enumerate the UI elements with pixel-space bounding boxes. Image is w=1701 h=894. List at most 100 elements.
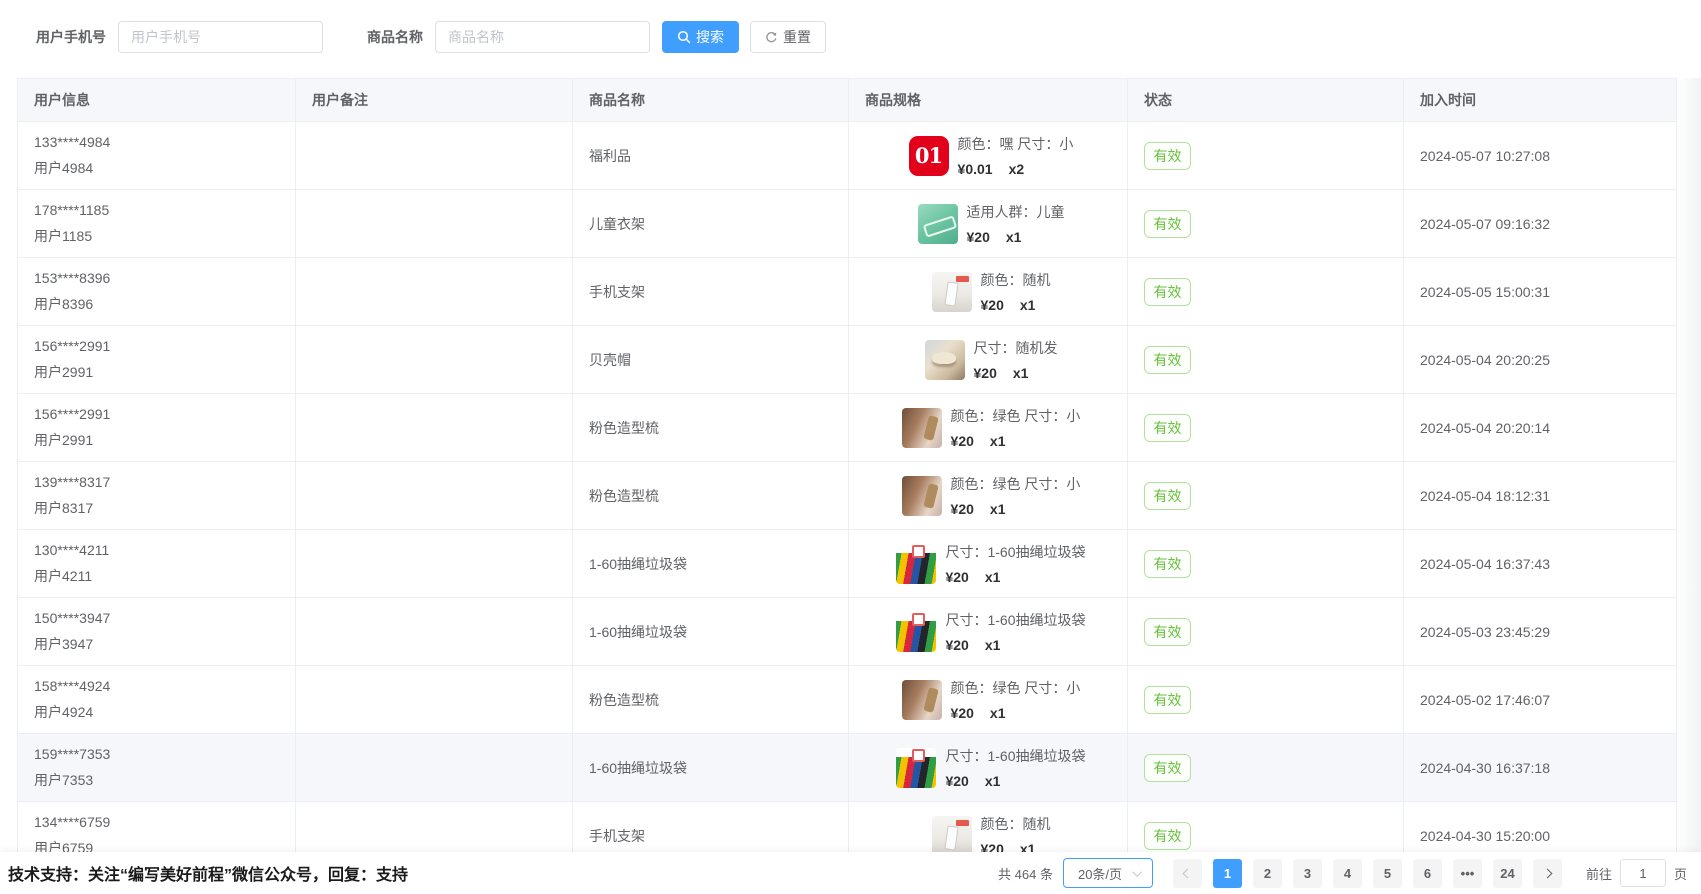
price: ¥0.01 (958, 161, 993, 177)
product-thumbnail (896, 544, 936, 584)
product-name-cell: 福利品 (573, 122, 849, 190)
user-info-cell: 158****4924用户4924 (18, 666, 296, 734)
reset-button[interactable]: 重置 (750, 21, 826, 53)
user-nickname: 用户4211 (34, 566, 285, 586)
quantity: x1 (985, 637, 1001, 653)
product-spec-cell: 尺寸：1-60抽绳垃圾袋¥20x1 (849, 598, 1128, 666)
page-size-select[interactable]: 20条/页 (1063, 858, 1153, 888)
status-badge: 有效 (1144, 618, 1191, 646)
total-count: 共 464 条 (998, 864, 1053, 883)
user-phone: 150****3947 (34, 610, 285, 626)
column-header: 用户备注 (296, 78, 573, 122)
chevron-right-icon (1543, 868, 1553, 878)
status-badge: 有效 (1144, 686, 1191, 714)
search-button[interactable]: 搜索 (662, 21, 739, 53)
reset-button-label: 重置 (783, 27, 811, 47)
product-thumbnail (902, 408, 942, 448)
spec-text: 颜色：绿色 尺寸：小 (951, 474, 1081, 494)
table-right-shadow (1677, 78, 1701, 852)
spec-text: 适用人群：儿童 (967, 202, 1065, 222)
user-nickname: 用户8317 (34, 498, 285, 518)
join-time-cell: 2024-05-04 16:37:43 (1404, 530, 1677, 598)
user-remark-cell (296, 530, 573, 598)
product-spec-cell: 尺寸：1-60抽绳垃圾袋¥20x1 (849, 734, 1128, 802)
column-header: 加入时间 (1404, 78, 1677, 122)
user-remark-cell (296, 326, 573, 394)
quantity: x1 (985, 569, 1001, 585)
price: ¥20 (951, 433, 974, 449)
user-phone: 153****8396 (34, 270, 285, 286)
status-cell: 有效 (1128, 394, 1404, 462)
goto-page: 前往 页 (1586, 859, 1687, 887)
user-phone: 159****7353 (34, 746, 285, 762)
product-name-cell: 粉色造型梳 (573, 666, 849, 734)
product-thumbnail (925, 340, 965, 380)
price: ¥20 (945, 569, 968, 585)
goto-page-input[interactable] (1620, 859, 1666, 887)
user-phone: 133****4984 (34, 134, 285, 150)
table-row: 130****4211用户42111-60抽绳垃圾袋尺寸：1-60抽绳垃圾袋¥2… (18, 530, 1677, 598)
product-name-cell: 1-60抽绳垃圾袋 (573, 598, 849, 666)
quantity: x1 (985, 773, 1001, 789)
price: ¥20 (945, 637, 968, 653)
pagination-next-button[interactable] (1533, 859, 1562, 888)
pagination-more-button[interactable]: ••• (1453, 859, 1482, 888)
join-time-cell: 2024-05-07 10:27:08 (1404, 122, 1677, 190)
footer-bar: 技术支持：关注“编写美好前程”微信公众号，回复：支持 共 464 条 20条/页… (0, 852, 1701, 894)
user-info-cell: 156****2991用户2991 (18, 326, 296, 394)
quantity: x1 (990, 433, 1006, 449)
product-name-input[interactable] (435, 21, 650, 53)
join-time-cell: 2024-05-02 17:46:07 (1404, 666, 1677, 734)
user-phone: 134****6759 (34, 814, 285, 830)
quantity: x1 (990, 705, 1006, 721)
product-spec-cell: 尺寸：1-60抽绳垃圾袋¥20x1 (849, 530, 1128, 598)
user-info-cell: 156****2991用户2991 (18, 394, 296, 462)
spec-lines: 尺寸：1-60抽绳垃圾袋¥20x1 (945, 610, 1085, 653)
join-time-cell: 2024-05-05 15:00:31 (1404, 258, 1677, 326)
goto-suffix: 页 (1674, 864, 1687, 883)
user-phone: 158****4924 (34, 678, 285, 694)
pagination-page-6[interactable]: 6 (1413, 859, 1442, 888)
user-remark-cell (296, 122, 573, 190)
pagination-prev-button[interactable] (1173, 859, 1202, 888)
pagination-page-5[interactable]: 5 (1373, 859, 1402, 888)
table-row: 150****3947用户39471-60抽绳垃圾袋尺寸：1-60抽绳垃圾袋¥2… (18, 598, 1677, 666)
spec-lines: 适用人群：儿童 ¥20x1 (967, 202, 1065, 245)
user-remark-cell (296, 666, 573, 734)
user-remark-cell (296, 598, 573, 666)
phone-input[interactable] (118, 21, 323, 53)
user-remark-cell (296, 462, 573, 530)
column-header: 状态 (1128, 78, 1404, 122)
user-info-cell: 153****8396用户8396 (18, 258, 296, 326)
quantity: x1 (1013, 365, 1029, 381)
status-badge: 有效 (1144, 754, 1191, 782)
product-name-cell: 贝壳帽 (573, 326, 849, 394)
spec-lines: 颜色：绿色 尺寸：小¥20x1 (951, 474, 1081, 517)
status-cell: 有效 (1128, 258, 1404, 326)
user-remark-cell (296, 190, 573, 258)
column-header: 用户信息 (18, 78, 296, 122)
column-header: 商品规格 (849, 78, 1128, 122)
pagination-page-3[interactable]: 3 (1293, 859, 1322, 888)
join-time-cell: 2024-05-04 20:20:25 (1404, 326, 1677, 394)
table-row: 158****4924用户4924粉色造型梳颜色：绿色 尺寸：小¥20x1有效2… (18, 666, 1677, 734)
table-row: 159****7353用户73531-60抽绳垃圾袋尺寸：1-60抽绳垃圾袋¥2… (18, 734, 1677, 802)
price: ¥20 (951, 501, 974, 517)
quantity: x1 (1020, 297, 1036, 313)
table-row: 139****8317用户8317粉色造型梳颜色：绿色 尺寸：小¥20x1有效2… (18, 462, 1677, 530)
user-info-cell: 139****8317用户8317 (18, 462, 296, 530)
product-name-cell: 1-60抽绳垃圾袋 (573, 734, 849, 802)
spec-text: 尺寸：随机发 (974, 338, 1058, 358)
pagination-page-4[interactable]: 4 (1333, 859, 1362, 888)
pagination-page-2[interactable]: 2 (1253, 859, 1282, 888)
price-line: ¥20x1 (974, 365, 1058, 381)
status-badge: 有效 (1144, 482, 1191, 510)
status-cell: 有效 (1128, 530, 1404, 598)
pagination-page-1[interactable]: 1 (1213, 859, 1242, 888)
user-info-cell: 150****3947用户3947 (18, 598, 296, 666)
join-time-cell: 2024-04-30 16:37:18 (1404, 734, 1677, 802)
price-line: ¥20x1 (967, 229, 1065, 245)
spec-lines: 颜色：绿色 尺寸：小¥20x1 (951, 406, 1081, 449)
pagination-page-24[interactable]: 24 (1493, 859, 1522, 888)
product-thumbnail (932, 272, 972, 312)
